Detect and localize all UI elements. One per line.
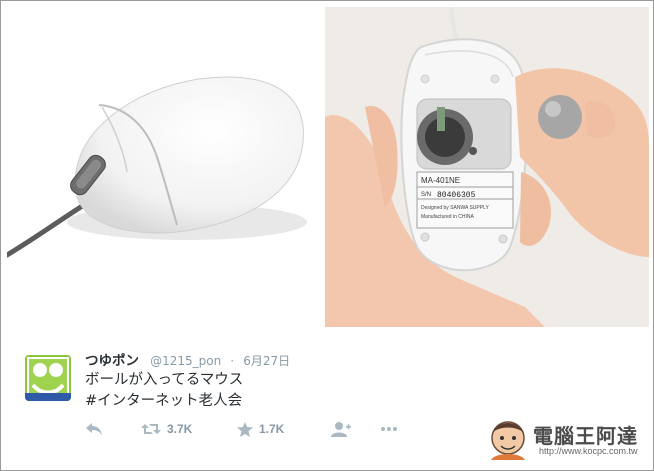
mouse-photo-left[interactable]: [7, 7, 323, 321]
favorite-count: 1.7K: [259, 422, 285, 436]
avatar-illustration: [25, 355, 71, 401]
sticker-sn-label: S/N: [421, 192, 431, 198]
separator-dot: ·: [230, 354, 235, 368]
watermark-url: http://www.kocpc.com.tw: [539, 446, 638, 456]
add-user-icon: [331, 421, 351, 437]
mouse-illustration: [7, 76, 307, 258]
follow-button[interactable]: [331, 419, 351, 439]
mouse-underside-illustration: MA-401NE S/N 80406305 Designed by SANWA …: [325, 7, 649, 327]
mascot-icon: [491, 421, 525, 460]
user-avatar[interactable]: [25, 355, 71, 401]
star-icon: [237, 421, 253, 437]
tweet-text-line-1: ボールが入ってるマウス: [85, 372, 244, 388]
sticker-manufactured: Manufactured in CHINA: [421, 214, 474, 220]
tweet-hashtag[interactable]: #インターネット老人会: [85, 391, 605, 411]
tweet-header: つゆポン @1215_pon · 6月27日: [85, 351, 605, 369]
sticker-serial: 80406305: [437, 191, 476, 200]
reply-icon: [86, 423, 102, 435]
reply-button[interactable]: [85, 419, 103, 439]
retweet-count: 3.7K: [167, 422, 193, 436]
tweet-date[interactable]: 6月27日: [243, 354, 290, 368]
sticker-model: MA-401NE: [421, 176, 460, 185]
tweet-actions: 3.7K 1.7K: [85, 419, 445, 439]
sticker-designed: Designed by SANWA SUPPLY: [421, 205, 489, 211]
tweet-content: つゆポン @1215_pon · 6月27日 ボールが入ってるマウス #インター…: [85, 351, 605, 411]
more-button[interactable]: [381, 419, 397, 439]
retweet-icon: [141, 424, 161, 434]
display-name[interactable]: つゆポン: [85, 353, 139, 369]
user-handle[interactable]: @1215_pon: [150, 354, 221, 368]
watermark-title: 電腦王阿達: [533, 424, 638, 448]
mouse-photo-right[interactable]: MA-401NE S/N 80406305 Designed by SANWA …: [325, 7, 649, 327]
more-icon: [381, 427, 397, 431]
screenshot-frame: MA-401NE S/N 80406305 Designed by SANWA …: [0, 0, 654, 471]
favorite-button[interactable]: 1.7K: [237, 419, 284, 439]
retweet-button[interactable]: 3.7K: [141, 419, 192, 439]
site-watermark: 電腦王阿達 http://www.kocpc.com.tw: [485, 416, 645, 462]
